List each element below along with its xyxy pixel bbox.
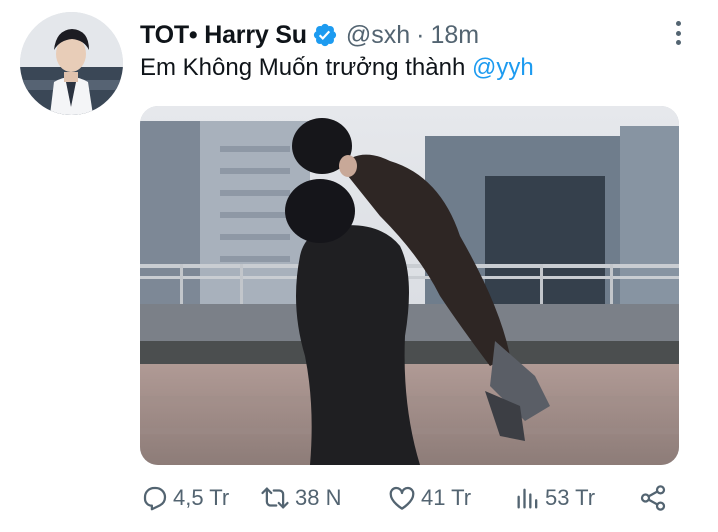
mention-link[interactable]: @yyh (472, 54, 534, 81)
views-count: 53 Tr (545, 485, 596, 510)
retweet-count: 38 N (295, 485, 342, 510)
author-handle[interactable]: @sxh (346, 21, 410, 50)
share-icon (638, 483, 671, 513)
views-icon (514, 483, 545, 513)
more-vertical-icon[interactable] (668, 18, 688, 48)
like-icon (386, 483, 421, 513)
separator: · (416, 20, 425, 49)
views-button[interactable]: 53 Tr (514, 478, 595, 518)
avatar[interactable] (20, 12, 123, 115)
verified-badge-icon (312, 22, 338, 48)
tweet[interactable]: TOT• Harry Su @sxh · 18m Em Không Muốn t… (0, 0, 718, 532)
share-button[interactable] (638, 478, 671, 518)
tweet-text-content: Em Không Muốn trưởng thành (140, 54, 466, 81)
reply-count: 4,5 Tr (173, 485, 230, 510)
author-name[interactable]: TOT• Harry Su (140, 21, 307, 50)
like-count: 41 Tr (421, 485, 472, 510)
reply-icon (140, 483, 173, 513)
tweet-actions: 4,5 Tr 38 N 41 Tr 53 Tr (140, 478, 680, 518)
like-button[interactable]: 41 Tr (386, 478, 471, 518)
retweet-button[interactable]: 38 N (258, 478, 341, 518)
reply-button[interactable]: 4,5 Tr (140, 478, 229, 518)
timestamp[interactable]: 18m (430, 21, 479, 50)
retweet-icon (258, 483, 295, 513)
tweet-text: Em Không Muốn trưởng thành @yyh (140, 54, 534, 82)
tweet-header: TOT• Harry Su @sxh · 18m (140, 18, 479, 52)
tweet-media-image[interactable] (140, 106, 679, 465)
